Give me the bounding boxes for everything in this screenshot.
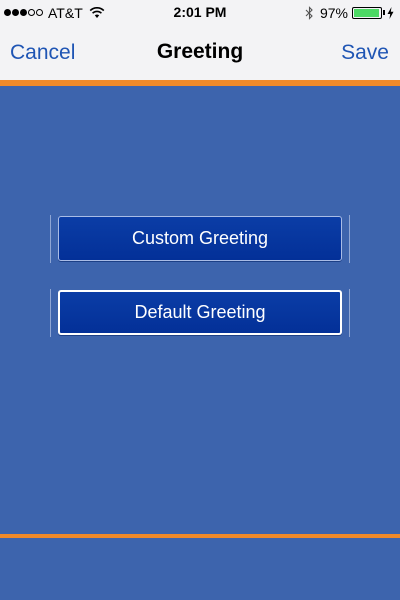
default-greeting-row: Default Greeting — [50, 289, 350, 337]
save-button[interactable]: Save — [341, 41, 389, 65]
battery-percent: 97% — [319, 4, 348, 21]
top-accent-divider — [0, 80, 400, 86]
charging-bolt-icon — [387, 6, 394, 19]
battery-fill — [354, 8, 380, 17]
bottom-accent-divider — [0, 534, 400, 538]
status-bar: AT&T 2:01 PM 97% — [0, 0, 400, 25]
navigation-bar: Cancel Greeting Save — [0, 25, 400, 80]
bluetooth-icon — [305, 5, 313, 20]
custom-greeting-button[interactable]: Custom Greeting — [58, 216, 342, 261]
battery-cap — [383, 10, 385, 15]
status-right: 97% — [305, 4, 394, 21]
battery-icon — [352, 6, 382, 19]
page-title: Greeting — [156, 40, 244, 63]
default-greeting-button[interactable]: Default Greeting — [58, 290, 342, 335]
custom-greeting-row: Custom Greeting — [50, 215, 350, 263]
